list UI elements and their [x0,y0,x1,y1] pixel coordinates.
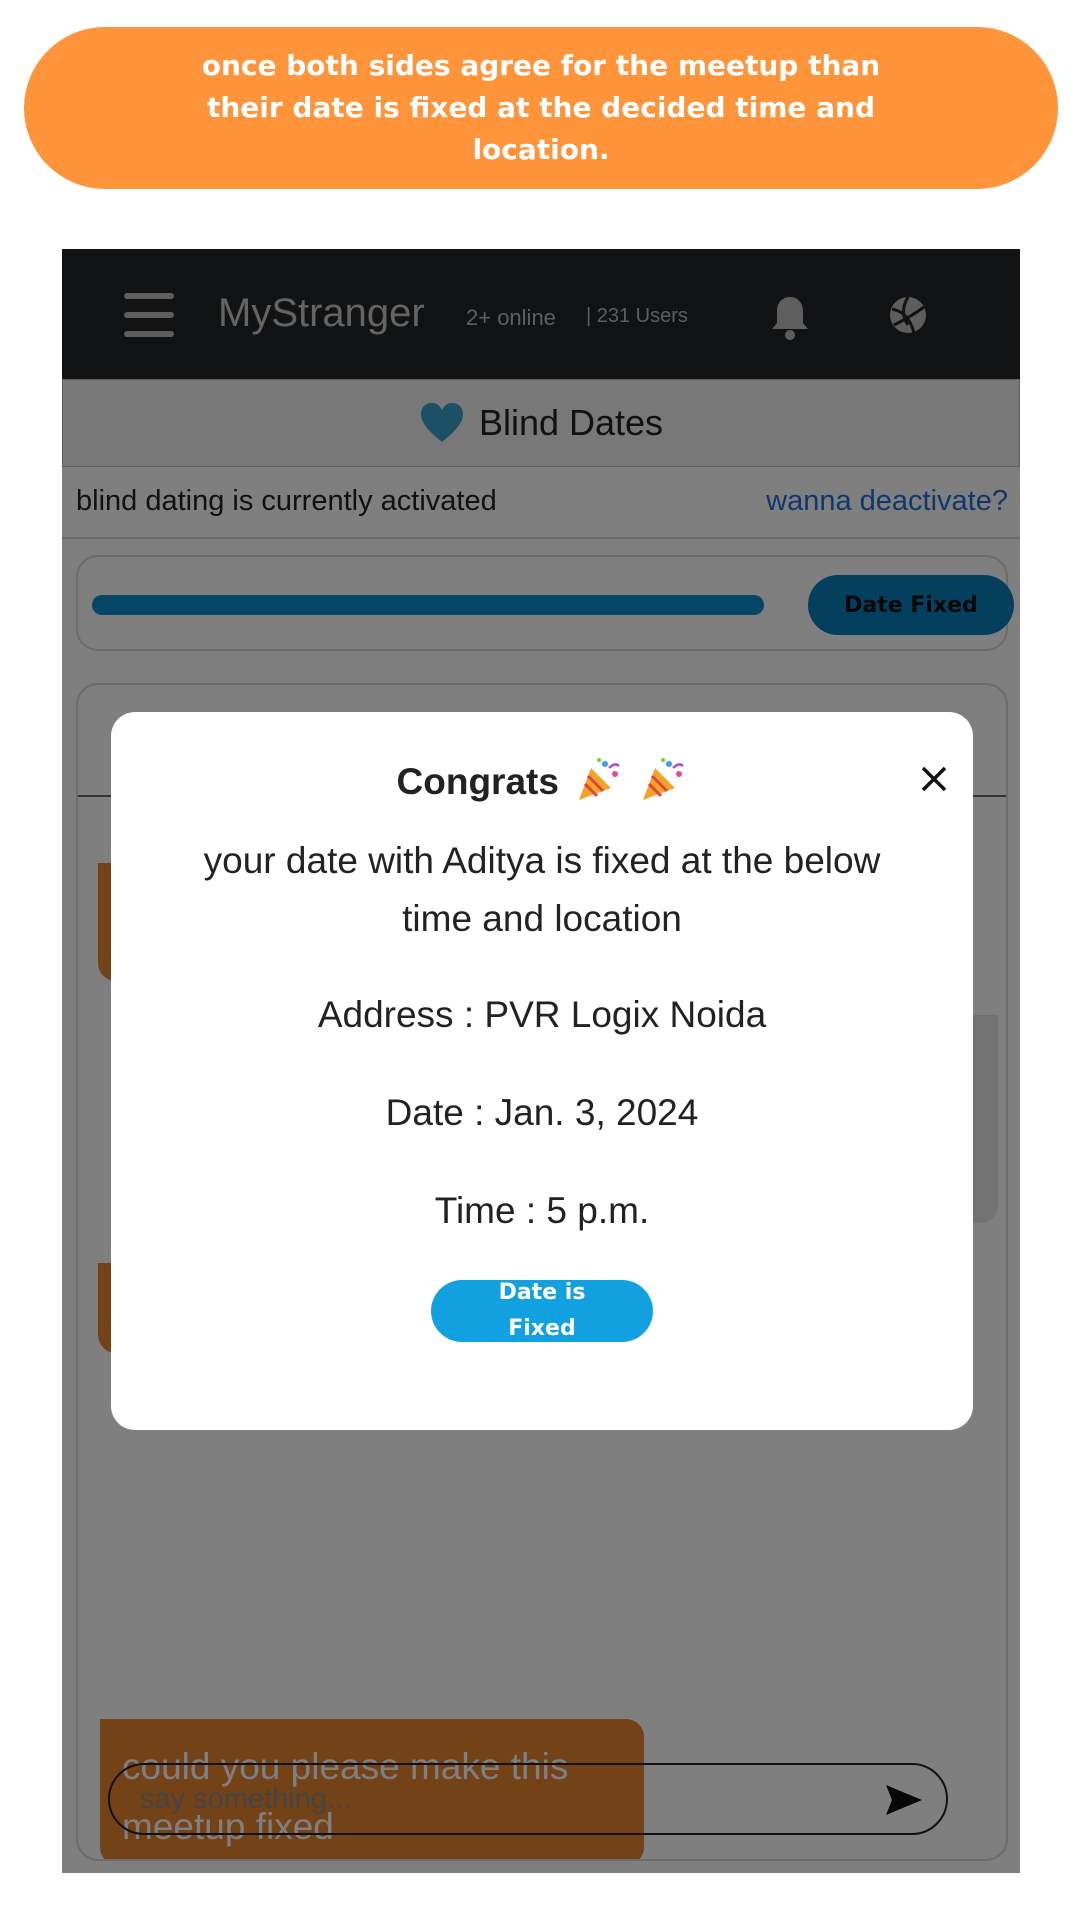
date-address: Address : PVR Logix Noida [317,994,767,1035]
party-popper-icon [643,758,685,800]
date-date: Date : Jan. 3, 2024 [385,1092,699,1133]
banner-text: once both sides agree for the meetup tha… [201,49,881,166]
modal-title-row: Congrats [111,756,973,804]
date-time: Time : 5 p.m. [434,1190,650,1231]
modal-message: your date with Aditya is fixed at the be… [203,840,881,939]
congrats-modal: Congrats your date with Aditya is fixed … [111,712,973,1430]
date-is-fixed-button[interactable]: Date is Fixed [431,1280,653,1342]
instruction-banner: once both sides agree for the meetup tha… [24,27,1058,189]
party-popper-icon [579,758,621,800]
modal-title: Congrats [396,761,559,802]
phone-screen: MyStranger 2+ online | 231 Users Blind D… [62,249,1020,1873]
